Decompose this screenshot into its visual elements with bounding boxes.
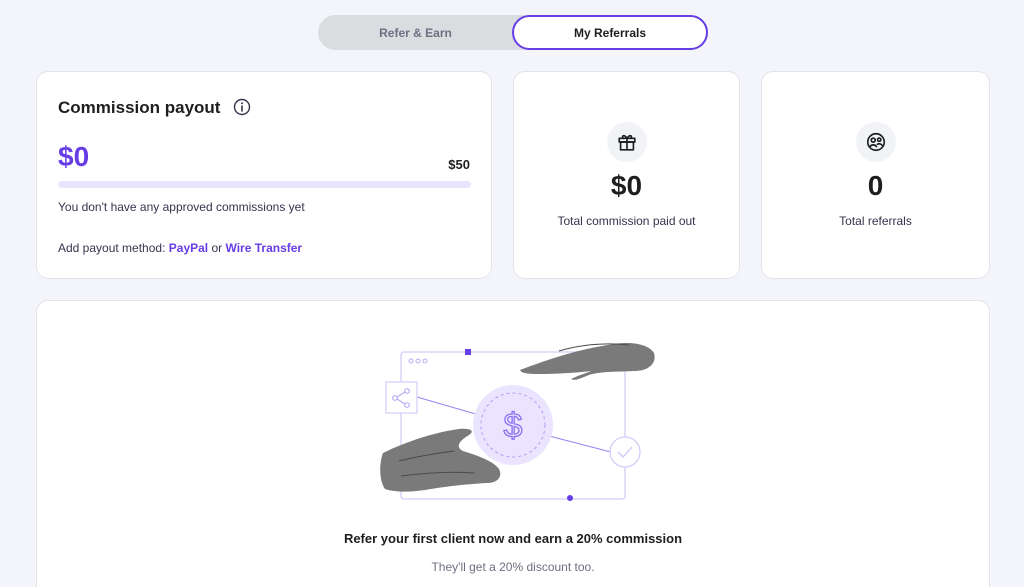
promo-title: Refer your first client now and earn a 2… [343, 531, 683, 546]
share-icon [385, 381, 418, 414]
referrals-icon [855, 122, 896, 162]
total-paid-label: Total commission paid out [557, 214, 696, 228]
tab-my-referrals[interactable]: My Referrals [512, 15, 708, 50]
payout-method-prefix: Add payout method: [58, 241, 166, 255]
refer-promo-card: $ Refer your first client now and earn a… [36, 300, 990, 587]
payout-progress-bar [58, 181, 471, 188]
no-commissions-message: You don't have any approved commissions … [58, 200, 305, 214]
payout-methods: Add payout method: PayPal or Wire Transf… [58, 241, 302, 255]
commission-payout-card: Commission payout $0 $50 You don't have … [36, 71, 492, 279]
payout-amount: $0 [58, 141, 90, 172]
dollar-icon: $ [473, 385, 553, 465]
check-icon [609, 436, 641, 468]
gift-icon [606, 122, 647, 162]
total-referrals-card: 0 Total referrals [761, 71, 990, 279]
promo-subtitle: They'll get a 20% discount too. [431, 560, 595, 574]
info-icon[interactable] [233, 98, 251, 116]
svg-text:$: $ [504, 407, 523, 445]
referral-tabs: Refer & Earn My Referrals [318, 15, 708, 50]
total-paid-card: $0 Total commission paid out [513, 71, 740, 279]
tab-refer-earn[interactable]: Refer & Earn [318, 15, 513, 50]
referral-illustration: $ [380, 343, 655, 501]
total-referrals-value: 0 [867, 170, 884, 201]
payout-method-or: or [211, 241, 223, 255]
wire-transfer-link[interactable]: Wire Transfer [226, 241, 303, 255]
commission-payout-title: Commission payout [58, 98, 221, 117]
payout-goal: $50 [448, 157, 470, 172]
total-paid-value: $0 [610, 170, 643, 201]
paypal-link[interactable]: PayPal [169, 241, 208, 255]
total-referrals-label: Total referrals [839, 214, 912, 228]
